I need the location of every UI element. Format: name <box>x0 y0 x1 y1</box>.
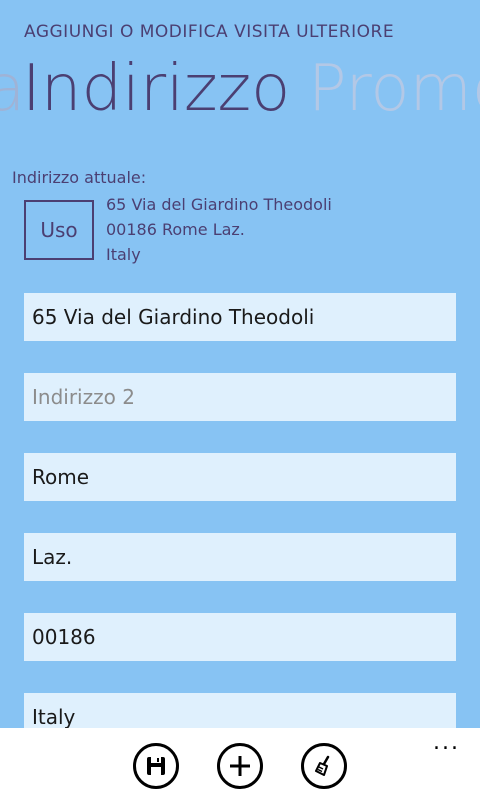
pivot-header: a Indirizzo Prome <box>0 52 480 132</box>
city-input[interactable] <box>24 453 456 501</box>
use-address-button[interactable]: Uso <box>24 200 94 260</box>
broom-icon <box>315 755 330 776</box>
address2-input[interactable] <box>24 373 456 421</box>
address1-input[interactable] <box>24 293 456 341</box>
add-button[interactable] <box>217 743 263 789</box>
current-address-line1: 65 Via del Giardino Theodoli <box>106 195 332 214</box>
pivot-item-reminder[interactable]: Prome <box>308 52 480 126</box>
current-address-line2: 00186 Rome Laz. <box>106 220 245 239</box>
postal-code-input[interactable] <box>24 613 456 661</box>
current-address-line3: Italy <box>106 245 141 264</box>
state-input[interactable] <box>24 533 456 581</box>
more-options-button[interactable]: ... <box>433 730 460 755</box>
current-address-text: 65 Via del Giardino Theodoli 00186 Rome … <box>106 192 332 267</box>
app-title: AGGIUNGI O MODIFICA VISITA ULTERIORE <box>24 22 395 42</box>
app-bar: ... <box>0 728 480 800</box>
clear-button[interactable] <box>301 743 347 789</box>
add-icon <box>230 756 250 776</box>
save-icon <box>147 757 165 775</box>
pivot-item-address[interactable]: Indirizzo <box>22 52 290 126</box>
current-address-label: Indirizzo attuale: <box>12 168 147 187</box>
save-button[interactable] <box>133 743 179 789</box>
